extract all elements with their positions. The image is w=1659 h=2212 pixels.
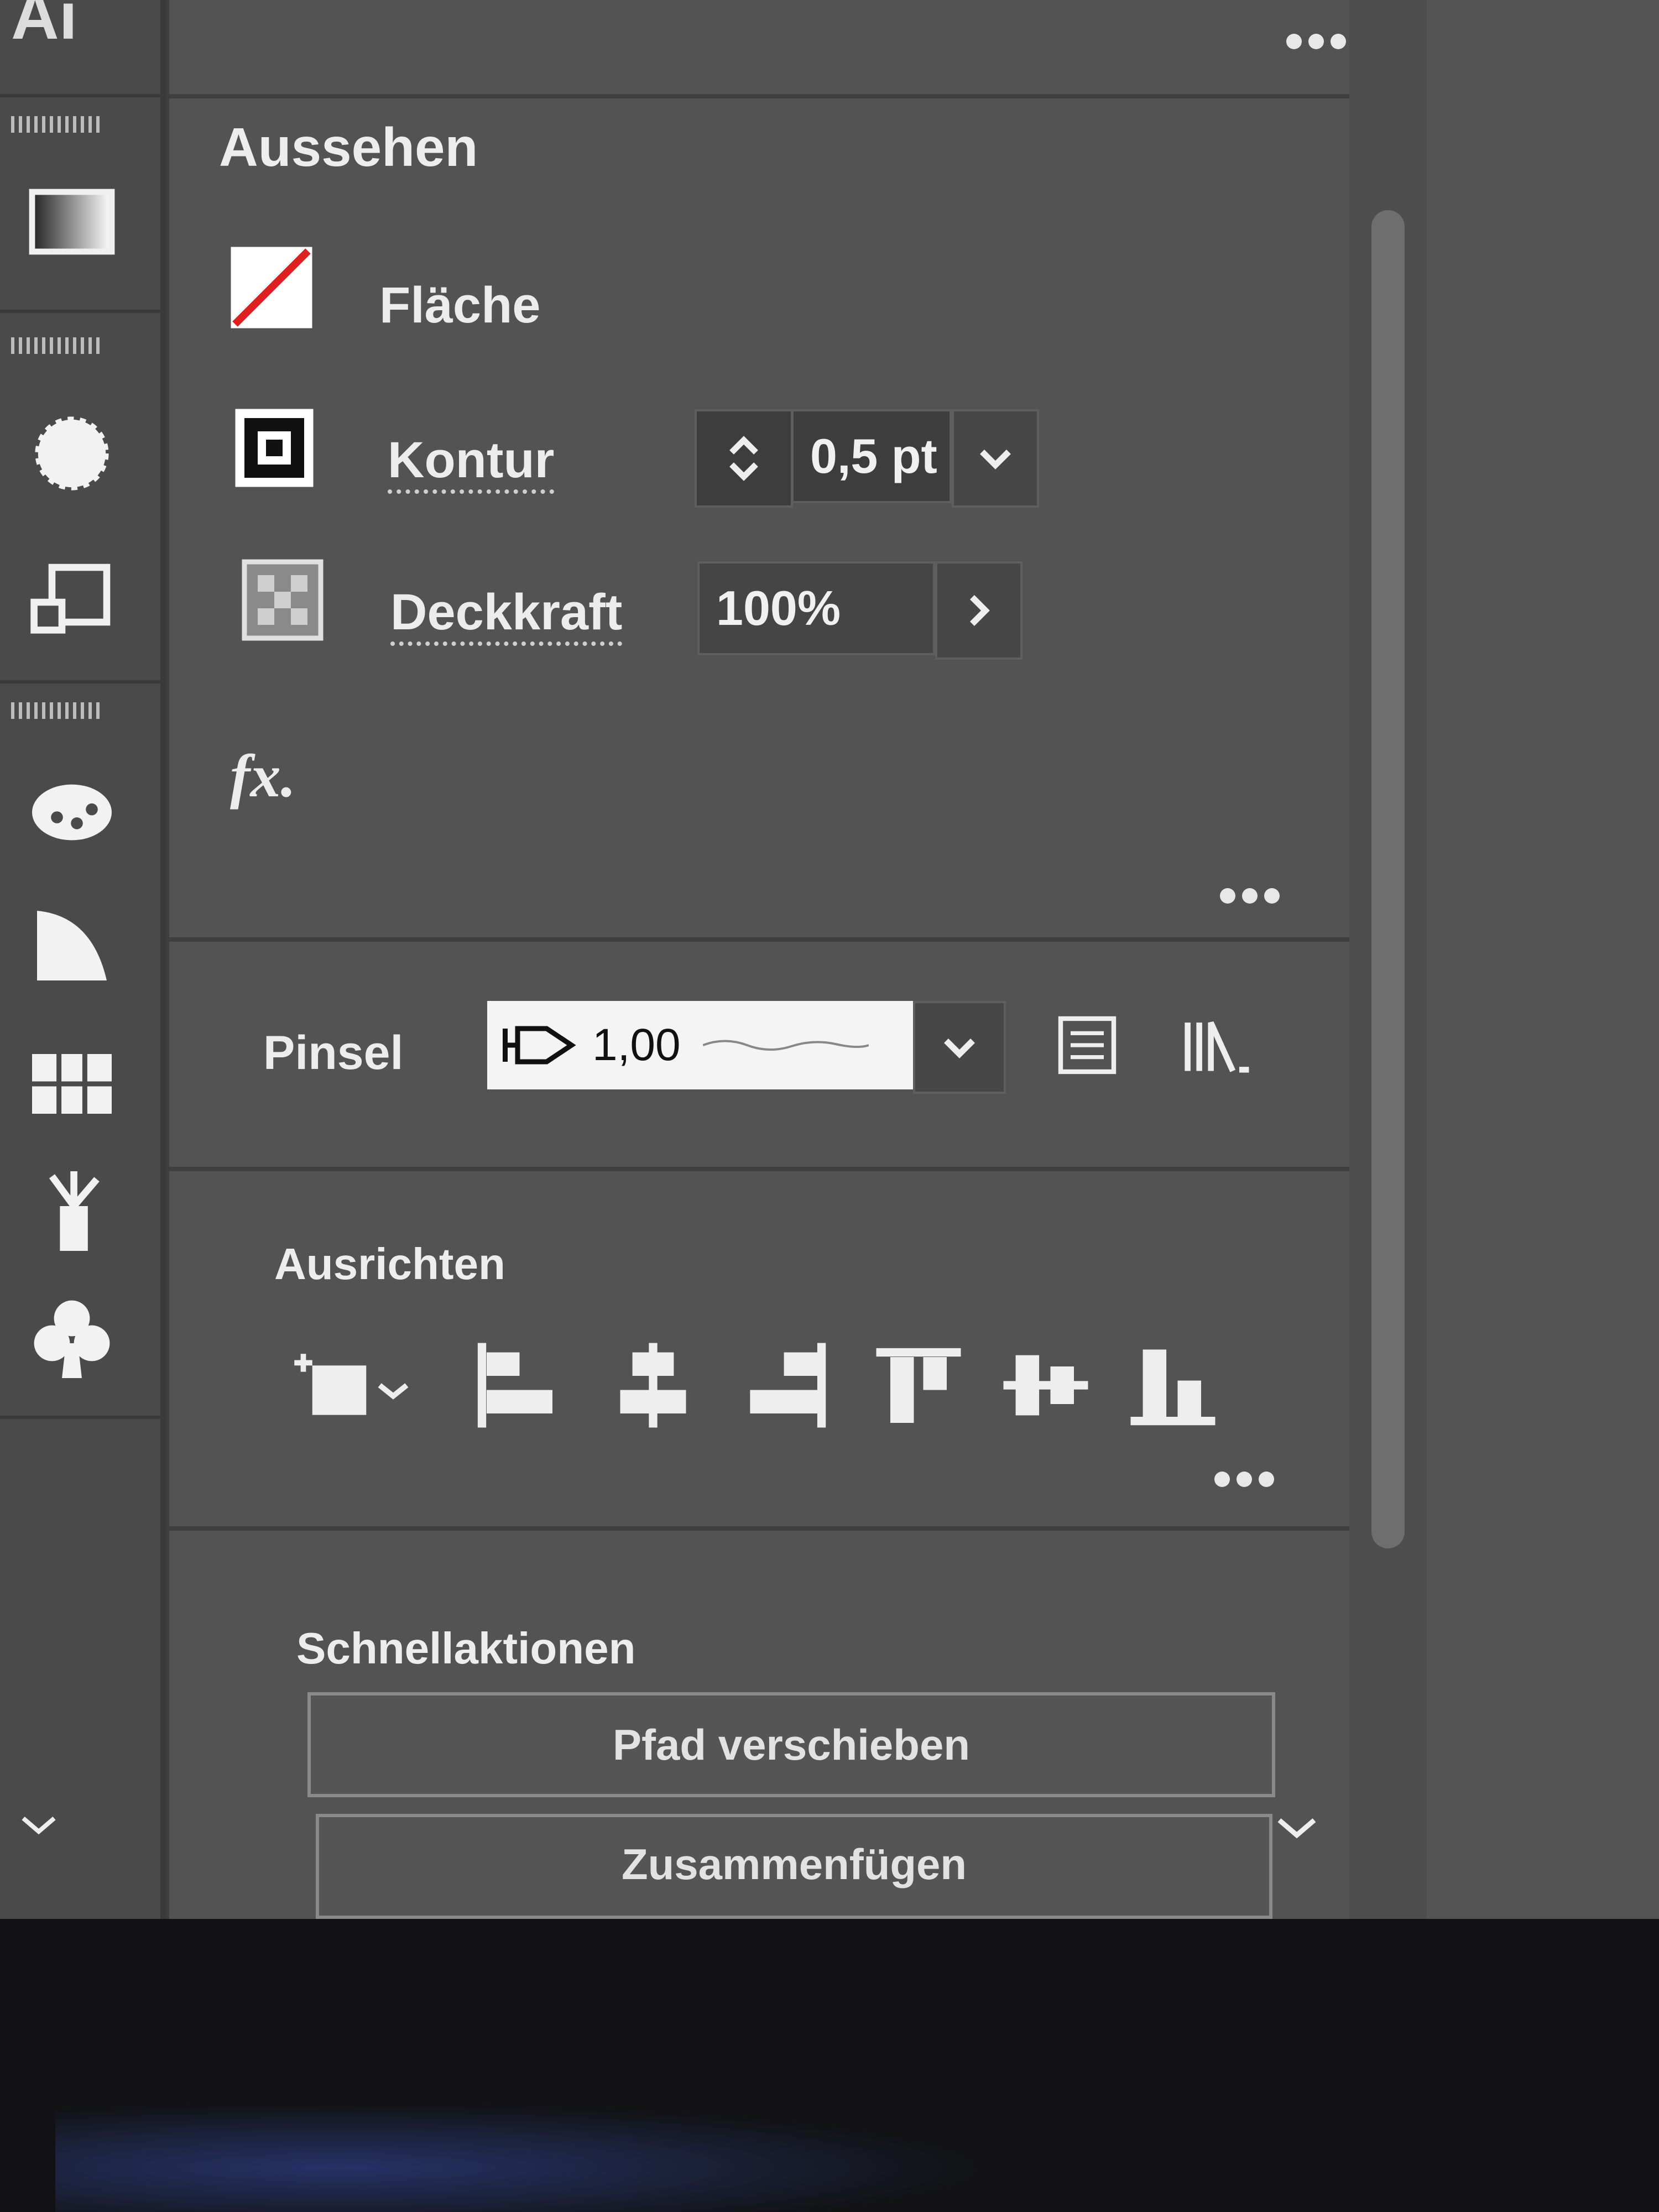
- align-top-icon[interactable]: [872, 1338, 966, 1432]
- toolbar-separator: [0, 1416, 160, 1419]
- toolbar-separator: [0, 680, 160, 684]
- offset-path-button[interactable]: Pfad verschieben: [307, 1692, 1275, 1797]
- canvas-area: [1427, 0, 1659, 1919]
- fill-label: Fläche: [379, 277, 541, 333]
- chevron-down-icon: [980, 450, 1011, 469]
- chevron-right-icon: [970, 595, 990, 626]
- keyboard-backlight: [55, 2101, 995, 2212]
- unite-button[interactable]: Zusammenfügen: [316, 1814, 1272, 1919]
- panel-menu-more-icon[interactable]: [1286, 33, 1358, 50]
- mesh-tool-icon[interactable]: [22, 1034, 122, 1134]
- fx-effects-button[interactable]: fx.: [230, 741, 296, 811]
- align-divider: [169, 1526, 1375, 1531]
- stepper-arrows-icon: [729, 436, 758, 481]
- properties-panel: Aussehen Fläche Kontur 0,5 pt Deckkraft …: [166, 0, 1375, 1919]
- brush-dropdown[interactable]: [913, 1001, 1006, 1094]
- panel-scroll-down-chevron-icon[interactable]: [1272, 1803, 1322, 1853]
- toolbar-separator: [0, 310, 160, 313]
- opacity-input[interactable]: 100%: [697, 561, 935, 655]
- brush-stroke-preview-icon: [702, 1040, 869, 1051]
- align-vertical-center-icon[interactable]: [999, 1338, 1093, 1432]
- align-horizontal-center-icon[interactable]: [606, 1338, 700, 1432]
- panel-header-divider: [169, 94, 1375, 98]
- fill-swatch[interactable]: [230, 246, 313, 329]
- screen: Ai Aussehen Fläche Kontur 0,5 pt Deckkra…: [0, 0, 1659, 1919]
- stroke-weight-dropdown[interactable]: [952, 409, 1039, 508]
- toolbar-group-grip[interactable]: [11, 702, 100, 719]
- chevron-down-icon: [944, 1039, 975, 1058]
- brush-label: Pinsel: [263, 1026, 404, 1079]
- toolbar-expand-chevron-icon[interactable]: [17, 1803, 61, 1847]
- align-bottom-icon[interactable]: [1126, 1338, 1220, 1432]
- toolbar-group-grip[interactable]: [11, 337, 100, 354]
- brush-options-list-icon[interactable]: [1054, 1012, 1120, 1078]
- stroke-weight-input[interactable]: 0,5 pt: [791, 409, 952, 503]
- align-to-selection-dropdown-icon[interactable]: [285, 1338, 429, 1432]
- panel-scrollbar[interactable]: [1371, 210, 1405, 1548]
- app-logo: Ai: [11, 0, 77, 53]
- opacity-icon: [241, 559, 324, 641]
- align-section-title: Ausrichten: [274, 1239, 505, 1288]
- tools-toolbar: Ai: [0, 0, 166, 1919]
- brush-definition-field[interactable]: 1,00: [487, 1001, 913, 1089]
- stroke-weight-stepper[interactable]: [695, 409, 793, 508]
- symbol-club-icon[interactable]: [22, 1288, 122, 1388]
- toolbar-group-grip[interactable]: [11, 116, 100, 133]
- brush-divider: [169, 1167, 1375, 1171]
- align-left-icon[interactable]: [468, 1338, 562, 1432]
- perspective-grid-icon[interactable]: [22, 896, 122, 995]
- lasso-tool-icon[interactable]: [22, 404, 122, 503]
- symbol-sprayer-icon[interactable]: [22, 1161, 122, 1261]
- brush-size-value: 1,00: [592, 1020, 681, 1070]
- toolbar-separator: [0, 94, 160, 97]
- quick-actions-section-title: Schnellaktionen: [296, 1624, 636, 1673]
- brush-tip-icon: [503, 1026, 576, 1065]
- align-more-icon[interactable]: [1214, 1471, 1286, 1488]
- opacity-expand-button[interactable]: [935, 561, 1022, 660]
- appearance-section-title: Aussehen: [219, 117, 478, 178]
- gradient-tool-icon[interactable]: [22, 177, 122, 276]
- align-right-icon[interactable]: [739, 1338, 833, 1432]
- live-paint-bucket-icon[interactable]: [22, 758, 122, 857]
- appearance-more-icon[interactable]: [1220, 888, 1292, 904]
- stroke-swatch[interactable]: [233, 406, 316, 489]
- opacity-label[interactable]: Deckkraft: [390, 583, 623, 646]
- appearance-divider: [169, 937, 1375, 942]
- brush-libraries-icon[interactable]: [1181, 1012, 1259, 1078]
- stroke-label[interactable]: Kontur: [388, 431, 555, 494]
- scale-tool-icon[interactable]: [22, 547, 122, 647]
